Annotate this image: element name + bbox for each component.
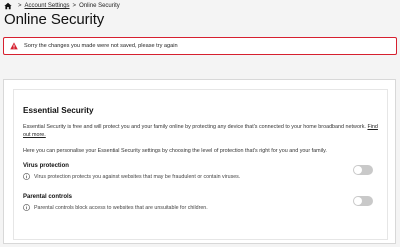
alert-message: Sorry the changes you made were not save… xyxy=(24,43,178,49)
toggle-knob xyxy=(354,197,362,205)
personalise-text: Here you can personalise your Essential … xyxy=(23,148,327,154)
page-title: Online Security xyxy=(4,11,105,28)
setting-label: Virus protection xyxy=(23,163,69,169)
breadcrumb: > Account Settings > Online Security xyxy=(4,2,120,10)
info-icon xyxy=(23,173,30,180)
breadcrumb-separator: > xyxy=(72,3,77,9)
setting-description: Parental controls block access to websit… xyxy=(34,204,208,211)
setting-description: Virus protection protects you against we… xyxy=(34,173,241,180)
parental-controls-toggle[interactable] xyxy=(353,196,373,206)
warning-icon xyxy=(10,42,18,50)
essential-security-panel: Essential Security Essential Security is… xyxy=(13,89,388,240)
setting-parental-controls: Parental controls Parental controls bloc… xyxy=(23,194,379,216)
intro-paragraph: Essential Security is free and will prot… xyxy=(23,124,366,130)
section-title: Essential Security xyxy=(23,106,94,115)
setting-description-row: Virus protection protects you against we… xyxy=(23,173,379,180)
breadcrumb-account-settings[interactable]: Account Settings xyxy=(25,3,70,9)
breadcrumb-current: Online Security xyxy=(79,3,120,9)
info-icon xyxy=(23,204,30,211)
intro-text: Essential Security is free and will prot… xyxy=(23,123,378,139)
home-icon[interactable] xyxy=(4,2,12,10)
setting-description-row: Parental controls block access to websit… xyxy=(23,204,379,211)
error-alert: Sorry the changes you made were not save… xyxy=(3,37,397,55)
breadcrumb-separator: > xyxy=(18,3,22,9)
setting-virus-protection: Virus protection Virus protection protec… xyxy=(23,163,379,185)
toggle-knob xyxy=(354,166,362,174)
virus-protection-toggle[interactable] xyxy=(353,165,373,175)
essential-security-card: Essential Security Essential Security is… xyxy=(3,79,396,244)
setting-label: Parental controls xyxy=(23,194,73,200)
